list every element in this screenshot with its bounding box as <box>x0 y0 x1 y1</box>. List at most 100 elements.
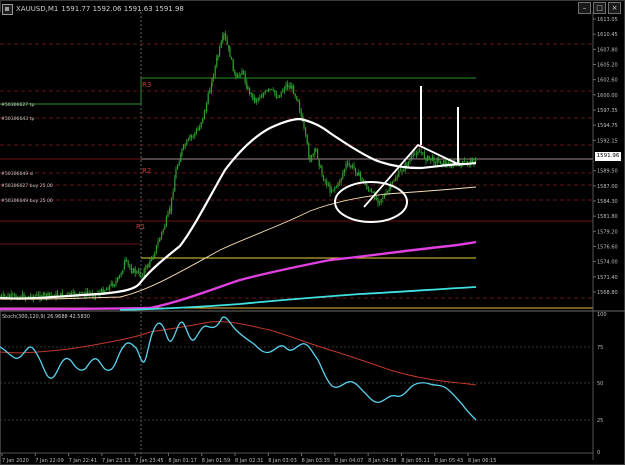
price-tick-label: 1576.60 <box>597 245 618 251</box>
candle-body <box>211 78 213 86</box>
candle-body <box>122 270 124 274</box>
candle-body <box>393 180 395 182</box>
candle-body <box>177 165 179 169</box>
time-tick-label: 7 Jan 23:13 <box>102 458 130 464</box>
candle-body <box>80 291 82 294</box>
candle-body <box>391 181 393 184</box>
candle-body <box>203 110 205 118</box>
price-tick-label: 1613.05 <box>597 17 618 23</box>
candle-body <box>264 90 266 94</box>
price-axis[interactable]: 1613.05 1610.45 1607.80 1605.20 1602.60 1600.… <box>592 12 618 460</box>
time-tick-label: 8 Jan 03:03 <box>268 458 296 464</box>
candle-body <box>305 127 307 136</box>
candle-body <box>321 167 323 176</box>
candle-body <box>241 70 243 75</box>
candle-body <box>375 198 377 200</box>
candle-body <box>293 85 295 95</box>
price-tick-label: 1610.45 <box>597 32 618 38</box>
candle-body <box>155 245 157 253</box>
candle-body <box>204 110 206 112</box>
price-tick-label: 1584.30 <box>597 199 618 205</box>
candle-body <box>395 178 397 181</box>
candle-body <box>4 294 6 297</box>
candle-body <box>231 57 233 59</box>
candle-body <box>184 144 186 146</box>
candle-body <box>285 84 287 90</box>
candle-body <box>159 237 161 240</box>
candle-body <box>436 159 438 163</box>
candle-body <box>279 97 281 98</box>
candle-body <box>257 98 259 101</box>
candle-body <box>127 261 129 265</box>
candle-body <box>126 259 128 262</box>
candle-body <box>214 66 216 76</box>
candle-body <box>172 191 174 198</box>
candle-body <box>137 271 139 273</box>
candle-body <box>120 273 122 275</box>
candle-body <box>382 198 384 200</box>
order-label-tp1: #50306627 tp <box>1 102 34 108</box>
candle-body <box>216 58 218 67</box>
candle-body <box>377 198 379 203</box>
price-tick-label: 1594.75 <box>597 123 618 129</box>
candle-body <box>72 291 74 293</box>
candle-body <box>463 161 465 162</box>
price-tick-label: 1568.80 <box>597 290 618 296</box>
candle-body <box>181 148 183 156</box>
candle-body <box>465 161 467 163</box>
candle-body <box>9 295 11 298</box>
candle-body <box>36 294 38 296</box>
candle-body <box>275 94 277 98</box>
candle-body <box>422 152 424 154</box>
candle-body <box>441 163 443 165</box>
candle-body <box>243 70 245 74</box>
candle-body <box>34 295 36 297</box>
price-tick-label: 1600.00 <box>597 93 618 99</box>
candle-body <box>387 191 389 193</box>
pivot-label-r3: R3 <box>142 81 151 89</box>
candle-body <box>303 121 305 128</box>
close-button[interactable]: × <box>608 2 621 14</box>
candle-body <box>425 158 427 161</box>
candle-body <box>443 160 445 165</box>
candle-body <box>423 152 425 159</box>
time-tick-label: 8 Jan 05:11 <box>401 458 429 464</box>
candle-body <box>195 130 197 133</box>
candle-body <box>431 156 433 161</box>
candle-body <box>169 208 171 212</box>
chart-icon <box>2 3 13 15</box>
candle-body <box>256 100 258 102</box>
candle-body <box>367 188 369 190</box>
candle-body <box>119 274 121 279</box>
candle-body <box>202 117 204 123</box>
candle-body <box>269 89 271 90</box>
candle-body <box>105 288 107 291</box>
candle-body <box>220 41 222 48</box>
candle-body <box>361 177 363 182</box>
chart-canvas[interactable]: R3 R2 R1 #50306627 tp #50306643 tp #5030… <box>0 0 625 465</box>
candle-body <box>342 173 344 179</box>
candle-body <box>358 172 360 176</box>
maximize-button[interactable]: □ <box>593 2 606 14</box>
candle-body <box>403 170 405 172</box>
candle-body <box>314 149 316 155</box>
candle-body <box>398 171 400 177</box>
time-axis[interactable]: 7 Jan 2020 7 Jan 22:09 7 Jan 22:41 7 Jan 23… <box>0 452 593 464</box>
stoch-level-label: 100 <box>597 312 607 318</box>
candle-body <box>438 159 440 161</box>
candle-body <box>383 195 385 199</box>
candle-body <box>222 36 224 42</box>
time-tick-label: 8 Jan 02:31 <box>235 458 263 464</box>
candle-body <box>154 252 156 257</box>
candle-body <box>380 199 382 202</box>
candle-body <box>334 187 336 190</box>
candle-body <box>191 136 193 138</box>
candle-body <box>288 85 290 88</box>
candle-body <box>15 294 17 298</box>
candle-body <box>225 33 227 39</box>
candle-body <box>226 38 228 46</box>
candle-body <box>299 101 301 111</box>
candle-body <box>417 151 419 155</box>
minimize-button[interactable]: – <box>578 2 591 14</box>
stoch-level-label: 0 <box>597 450 600 456</box>
